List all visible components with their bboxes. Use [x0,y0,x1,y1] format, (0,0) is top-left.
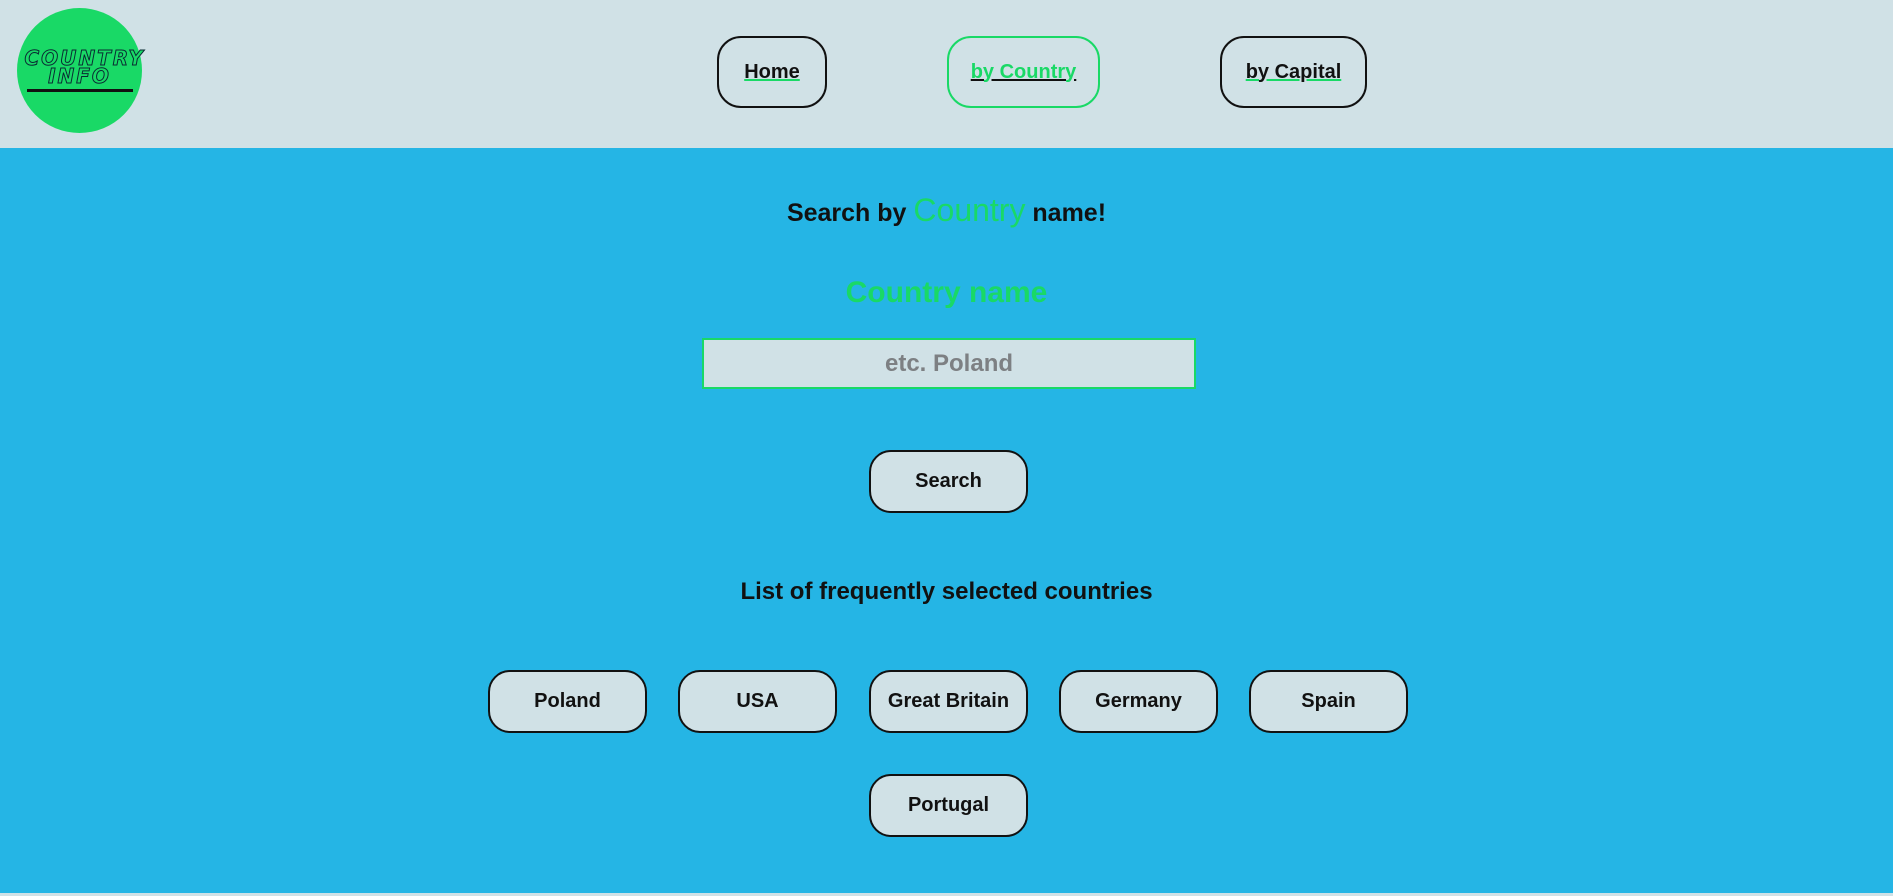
country-button-germany[interactable]: Germany [1059,670,1218,733]
site-header: COUNTRY INFO Home by Country by Capital [0,0,1893,148]
country-button-great-britain[interactable]: Great Britain [869,670,1028,733]
logo[interactable]: COUNTRY INFO [17,8,143,133]
logo-text-line2: INFO [48,64,111,88]
nav-by-capital-button[interactable]: by Capital [1220,36,1367,108]
country-button-spain[interactable]: Spain [1249,670,1408,733]
title-accent: Country [913,192,1026,228]
country-button-usa[interactable]: USA [678,670,837,733]
country-button-poland[interactable]: Poland [488,670,647,733]
main-content: Search by Country name! Country name Sea… [0,148,1893,893]
nav-home-button[interactable]: Home [717,36,827,108]
search-button[interactable]: Search [869,450,1028,513]
title-suffix: name! [1032,199,1107,227]
page-title: Search by Country name! [0,192,1893,229]
frequent-countries-title: List of frequently selected countries [740,578,1153,605]
logo-underline [26,89,133,92]
country-search-input[interactable] [702,338,1196,389]
title-prefix: Search by [786,199,907,227]
nav-by-country-button[interactable]: by Country [947,36,1100,108]
country-name-label: Country name [845,276,1048,309]
country-button-portugal[interactable]: Portugal [869,774,1028,837]
